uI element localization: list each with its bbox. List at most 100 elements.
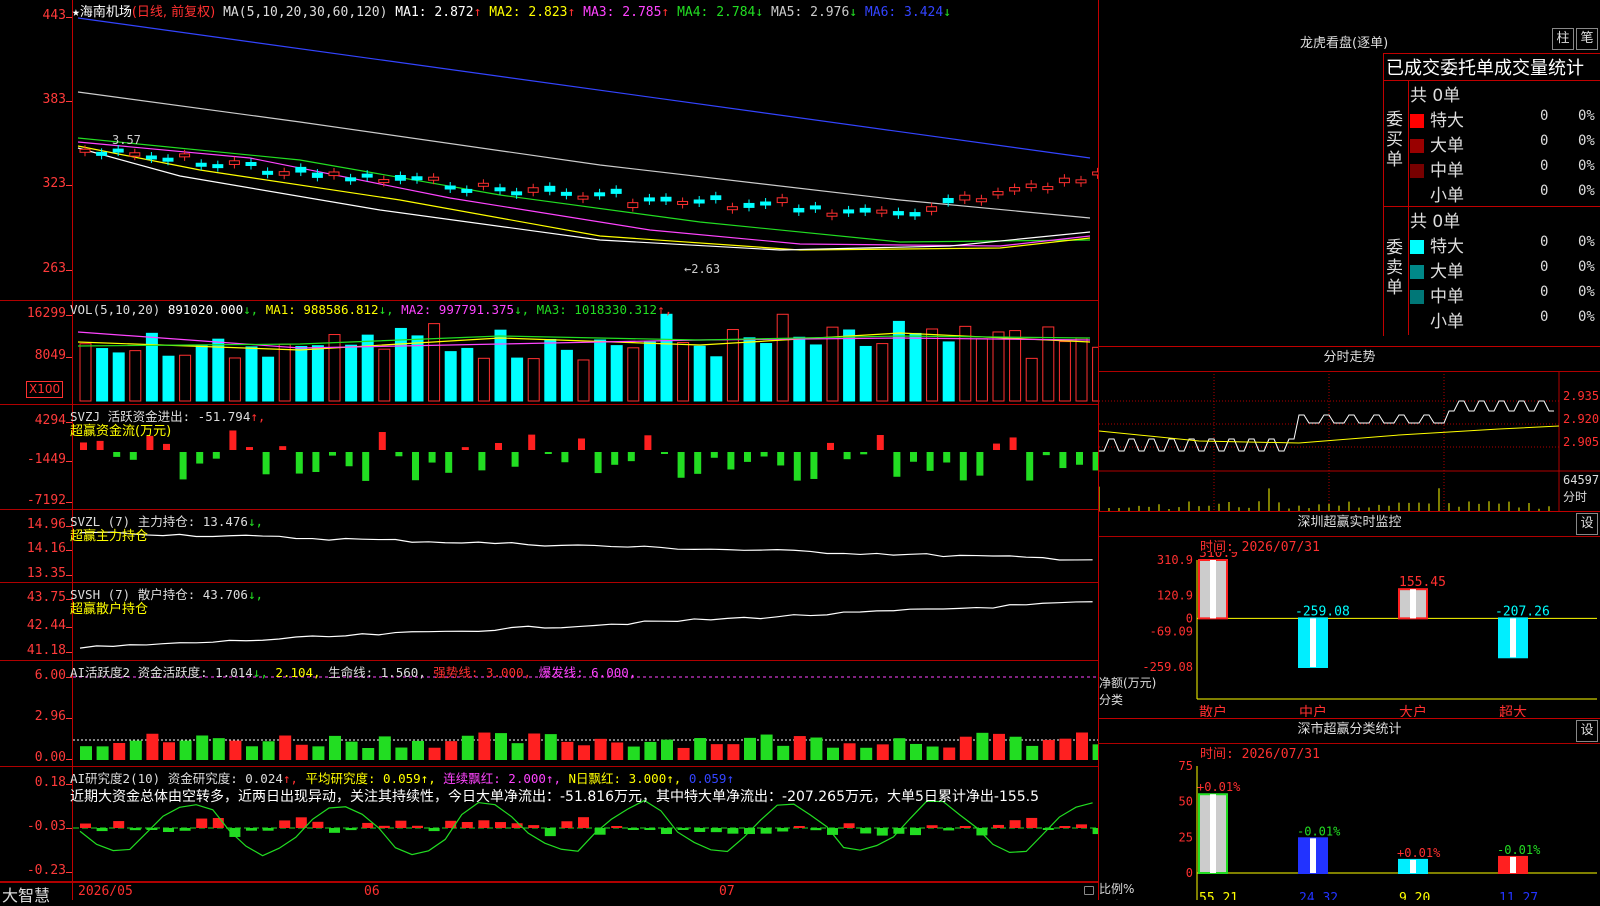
vol-value-3: MA2: 997791.375 <box>393 302 515 317</box>
date-label-jul: 07 <box>719 884 735 899</box>
intraday-price-tick: 2.935 <box>1563 389 1599 403</box>
favorite-star-icon[interactable]: ★ <box>72 5 80 20</box>
svsh-y-tick-mark <box>66 627 72 628</box>
ma-value-1: MA1: 2.872 <box>395 5 474 20</box>
ma-value-3: MA3: 2.785 <box>575 5 662 20</box>
buy-order-count: 0 <box>1540 183 1549 199</box>
pen-mode-label: 笔 <box>1580 31 1594 46</box>
volume-unit-button[interactable]: X100 <box>26 381 64 398</box>
classify-value-label: 11.27 <box>1499 891 1538 900</box>
classify-bar-highlight <box>1310 838 1316 873</box>
buy-order-label: 委买单 <box>1386 110 1403 170</box>
intraday-title-bar: 分时走势 <box>1099 346 1600 372</box>
sz-classify-title: 深市超赢分类统计 <box>1297 722 1402 737</box>
lock-icon[interactable] <box>1084 886 1094 895</box>
brand-label: 大智慧 <box>2 886 51 905</box>
buy-order-count: 0 <box>1540 108 1549 124</box>
intraday-chart[interactable]: 2.935 2.920 2.905 64597 分时 <box>1099 371 1600 511</box>
ma-arrow-5: ↓ <box>849 5 858 20</box>
classify-value-label: 24.32 <box>1299 891 1338 900</box>
sz-monitor-title-bar: 深圳超赢实时监控 <box>1099 511 1600 537</box>
sz-monitor-title: 深圳超赢实时监控 <box>1297 515 1402 530</box>
volume-header: VOL(5,10,20) 891020.000↓, MA1: 988586.81… <box>70 302 672 317</box>
sell-order-row: 大单 <box>1410 257 1464 282</box>
ai-active-life: 生命线: 1.560, <box>328 665 426 680</box>
kline-header: ★海南机场(日线, 前复权) MA(5,10,20,30,60,120) MA1… <box>72 1 951 20</box>
svsh-subtitle: 超赢散户持仓 <box>70 602 149 617</box>
monitor-category-label: 大户 <box>1399 704 1427 717</box>
svzl-y-tick-mark <box>66 575 72 576</box>
svzl-y-tick: 14.16 <box>26 541 66 556</box>
buy-order-row: 大单 <box>1410 131 1464 156</box>
sell-order-row: 特大 <box>1410 232 1464 257</box>
sell-order-count: 0 <box>1540 259 1549 275</box>
sell-order-pct: 0% <box>1578 309 1595 325</box>
ai-research-y-tick: -0.03 <box>26 819 66 834</box>
period-label[interactable]: (日线, 前复权) <box>132 5 215 20</box>
sell-order-pct: 0% <box>1578 259 1595 275</box>
stock-name: 海南机场 <box>79 5 132 20</box>
ma-value-5: MA5: 2.976 <box>763 5 850 20</box>
vol-title: VOL(5,10,20) <box>70 302 161 317</box>
buy-order-pct: 0% <box>1578 183 1595 199</box>
sell-order-name: 特大 <box>1430 237 1464 257</box>
low-price-label: ←2.63 <box>684 262 721 276</box>
sz-monitor-settings-label: 设 <box>1580 516 1594 531</box>
vol-value-2: MA1: 988586.812 <box>258 302 379 317</box>
sell-order-label: 委卖单 <box>1386 238 1403 298</box>
classify-value-label: 55.21 <box>1199 891 1238 900</box>
sell-order-count: 0 <box>1540 234 1549 250</box>
ai-active-v2: 2.104 <box>275 665 314 680</box>
svzj-y-tick: 4294 <box>34 413 66 428</box>
buy-order-color-swatch <box>1410 164 1424 178</box>
ai-research-arrow: ↑, <box>282 771 298 786</box>
volume-y-tick: 16299 <box>26 306 66 321</box>
sz-classify-settings-button[interactable]: 设 <box>1576 720 1598 742</box>
svsh-y-tick: 42.44 <box>26 618 66 633</box>
classify-change-label: +0.01% <box>1197 780 1241 794</box>
lhb-header: 已成交委托单成交量统计 <box>1386 58 1584 79</box>
buy-total: 共 0单 <box>1410 86 1461 106</box>
pen-mode-button[interactable]: 笔 <box>1576 28 1598 50</box>
classify-bar-highlight <box>1410 859 1416 873</box>
buy-order-name: 中单 <box>1430 161 1464 181</box>
sell-order-color-swatch <box>1410 315 1424 329</box>
svzj-y-tick: -1449 <box>26 452 66 467</box>
svzl-subtitle: 超赢主力持仓 <box>70 529 149 544</box>
kline-y-tick-mark <box>66 185 72 186</box>
buy-order-count: 0 <box>1540 133 1549 149</box>
ai-active-y-tick: 0.00 <box>34 750 66 765</box>
sz-monitor-chart: 310.9 120.9 0-69.09 -259.08 净额(万元) 分类 310.9 散户 -… <box>1099 552 1597 717</box>
classify-bar-highlight <box>1510 856 1516 873</box>
sz-monitor-settings-button[interactable]: 设 <box>1576 513 1598 535</box>
vol-arrow-3: ↓, <box>514 302 530 317</box>
intraday-title: 分时走势 <box>1323 350 1376 365</box>
buy-order-color-swatch <box>1410 114 1424 128</box>
sell-order-name: 小单 <box>1430 312 1464 332</box>
sell-order-color-swatch <box>1410 265 1424 279</box>
vol-arrow-4: ↑, <box>657 302 673 317</box>
bottom-bar <box>0 882 1098 901</box>
kline-y-tick-mark <box>66 270 72 271</box>
kline-y-tick: 323 <box>42 176 66 191</box>
ai-active-y-tick-mark <box>66 759 72 760</box>
ma-value-4: MA4: 2.784 <box>669 5 756 20</box>
ma-params: MA(5,10,20,30,60,120) <box>223 5 388 20</box>
kline-y-tick: 263 <box>42 261 66 276</box>
sell-order-name: 中单 <box>1430 287 1464 307</box>
high-price-label: 3.57 <box>112 133 141 147</box>
buy-order-name: 特大 <box>1430 111 1464 131</box>
ma-arrow-6: ↓ <box>943 5 952 20</box>
date-label-jun: 06 <box>364 884 380 899</box>
intraday-price-tick: 2.905 <box>1563 435 1599 449</box>
monitor-bar-highlight <box>1510 618 1516 658</box>
buy-order-row: 中单 <box>1410 156 1464 181</box>
buy-order-pct: 0% <box>1578 108 1595 124</box>
monitor-value-label: -259.08 <box>1295 604 1350 619</box>
monitor-y-tick: -69.09 <box>1150 624 1193 638</box>
svzj-subtitle: 超赢资金流(万元) <box>70 424 172 439</box>
ai-active-y-tick-mark <box>66 718 72 719</box>
vol-arrow-2: ↓, <box>378 302 394 317</box>
bar-mode-button[interactable]: 柱 <box>1552 28 1574 50</box>
lhb-title: 龙虎看盘(逐单) <box>1300 36 1389 51</box>
